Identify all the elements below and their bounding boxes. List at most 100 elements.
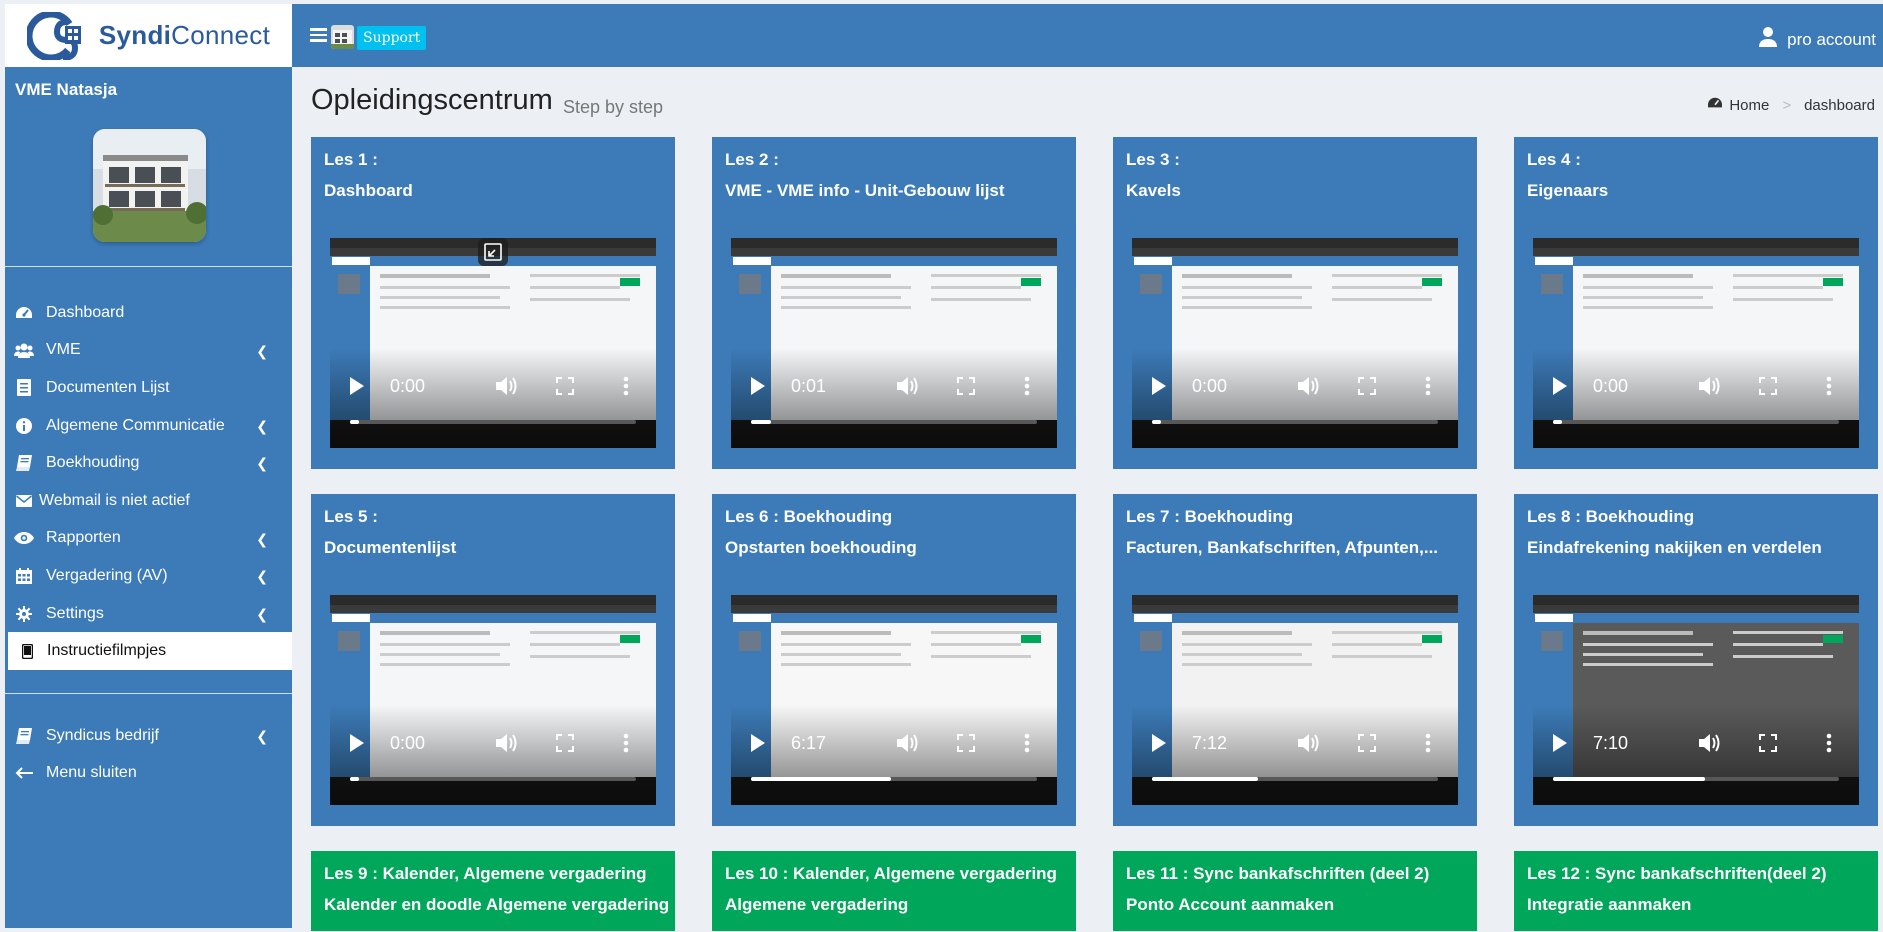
video-progress-bar[interactable]	[1553, 420, 1839, 424]
more-options-icon[interactable]	[1425, 733, 1431, 758]
lesson-subtitle: Eigenaars	[1527, 181, 1609, 200]
more-options-icon[interactable]	[623, 376, 629, 401]
video-player[interactable]: 0:00	[1132, 238, 1458, 448]
sidebar-bottom-menu: Syndicus bedrijf ❮ Menu sluiten	[5, 717, 292, 792]
more-options-icon[interactable]	[623, 733, 629, 758]
video-player[interactable]: 6:17	[731, 595, 1057, 805]
volume-icon[interactable]	[1298, 733, 1320, 758]
fullscreen-icon[interactable]	[957, 734, 975, 757]
fullscreen-icon[interactable]	[1759, 734, 1777, 757]
more-options-icon[interactable]	[1425, 376, 1431, 401]
play-icon[interactable]	[1553, 734, 1567, 757]
chevron-left-icon: ❮	[256, 342, 268, 359]
lesson-title: Les 11 : Sync bankafschriften (deel 2)	[1126, 864, 1430, 883]
volume-icon[interactable]	[897, 733, 919, 758]
volume-icon[interactable]	[897, 376, 919, 401]
video-controls: 0:00	[330, 730, 656, 760]
building-thumbnail[interactable]	[331, 25, 354, 49]
fullscreen-icon[interactable]	[556, 377, 574, 400]
play-icon[interactable]	[350, 377, 364, 400]
play-icon[interactable]	[751, 377, 765, 400]
sidebar-item-settings[interactable]: Settings ❮	[5, 595, 292, 633]
play-icon[interactable]	[350, 734, 364, 757]
sidebar-item-label: Dashboard	[46, 303, 125, 321]
fullscreen-icon[interactable]	[1358, 734, 1376, 757]
video-progress-bar[interactable]	[1553, 777, 1839, 781]
lesson-title: Les 8 : Boekhouding	[1527, 507, 1695, 526]
sidebar-item-menu-sluiten[interactable]: Menu sluiten	[5, 755, 292, 793]
video-progress-fill	[751, 777, 892, 781]
sidebar-item-label: Vergadering (AV)	[46, 566, 168, 584]
support-button[interactable]: Support	[357, 26, 427, 50]
sidebar-item-dashboard[interactable]: Dashboard	[5, 294, 292, 332]
picture-in-picture-icon[interactable]	[478, 238, 508, 266]
more-options-icon[interactable]	[1826, 733, 1832, 758]
hamburger-menu-icon[interactable]	[310, 28, 327, 42]
fullscreen-icon[interactable]	[957, 377, 975, 400]
building-avatar	[93, 129, 206, 242]
sidebar-item-vergadering[interactable]: Vergadering (AV) ❮	[5, 557, 292, 595]
video-progress-bar[interactable]	[751, 777, 1037, 781]
fullscreen-icon[interactable]	[1759, 377, 1777, 400]
more-options-icon[interactable]	[1024, 733, 1030, 758]
play-icon[interactable]	[1553, 377, 1567, 400]
video-player[interactable]: 7:12	[1132, 595, 1458, 805]
volume-icon[interactable]	[496, 376, 518, 401]
top-navbar: Support pro account	[292, 4, 1883, 67]
sidebar-divider	[5, 266, 292, 267]
more-options-icon[interactable]	[1024, 376, 1030, 401]
fullscreen-icon[interactable]	[556, 734, 574, 757]
video-progress-bar[interactable]	[350, 777, 636, 781]
video-controls: 0:01	[731, 373, 1057, 403]
lesson-subtitle: Kavels	[1126, 181, 1181, 200]
lesson-title: Les 9 : Kalender, Algemene vergadering	[324, 864, 647, 883]
sidebar-item-syndicus-bedrijf[interactable]: Syndicus bedrijf ❮	[5, 717, 292, 755]
breadcrumb-separator: >	[1782, 96, 1792, 114]
fullscreen-icon[interactable]	[1358, 377, 1376, 400]
play-icon[interactable]	[1152, 377, 1166, 400]
calendar-icon	[14, 567, 34, 585]
sidebar-item-vme[interactable]: VME ❮	[5, 332, 292, 370]
video-progress-fill	[1553, 777, 1705, 781]
lesson-title: Les 7 : Boekhouding	[1126, 507, 1294, 526]
sidebar-item-label: Webmail is niet actief	[39, 491, 190, 509]
arrow-left-icon	[14, 764, 34, 782]
lesson-card: Les 3 : Kavels 0:00	[1113, 137, 1477, 469]
video-progress-bar[interactable]	[1152, 420, 1438, 424]
play-icon[interactable]	[1152, 734, 1166, 757]
video-controls: 0:00	[1132, 373, 1458, 403]
video-player[interactable]: 0:00	[1533, 238, 1859, 448]
video-player[interactable]: 0:00	[330, 238, 656, 448]
info-icon	[14, 417, 34, 435]
lesson-card: Les 12 : Sync bankafschriften(deel 2) Int…	[1514, 851, 1878, 931]
video-time: 0:01	[791, 376, 827, 396]
sidebar-item-boekhouding[interactable]: Boekhouding ❮	[5, 444, 292, 482]
video-progress-bar[interactable]	[751, 420, 1037, 424]
user-icon	[1759, 27, 1778, 52]
sidebar: VME Natasja Dashboard VME ❮ Documenten L…	[5, 67, 292, 928]
volume-icon[interactable]	[1699, 733, 1721, 758]
breadcrumb-home-link[interactable]: Home	[1729, 97, 1769, 114]
brand-logo[interactable]: SyndiConnect	[5, 4, 292, 67]
play-icon[interactable]	[751, 734, 765, 757]
volume-icon[interactable]	[1699, 376, 1721, 401]
volume-icon[interactable]	[496, 733, 518, 758]
sidebar-item-algemene-communicatie[interactable]: Algemene Communicatie ❮	[5, 407, 292, 445]
video-progress-bar[interactable]	[350, 420, 636, 424]
video-player[interactable]: 0:01	[731, 238, 1057, 448]
sidebar-item-documenten-lijst[interactable]: Documenten Lijst	[5, 369, 292, 407]
more-options-icon[interactable]	[1826, 376, 1832, 401]
account-menu[interactable]: pro account	[1759, 27, 1876, 52]
sidebar-item-instructiefilmpjes[interactable]: Instructiefilmpjes	[8, 632, 292, 670]
sidebar-item-webmail[interactable]: Webmail is niet actief	[5, 482, 292, 520]
volume-icon[interactable]	[1298, 376, 1320, 401]
video-player[interactable]: 0:00	[330, 595, 656, 805]
lesson-title: Les 2 :	[725, 150, 779, 169]
sidebar-item-rapporten[interactable]: Rapporten ❮	[5, 520, 292, 558]
video-progress-fill	[1553, 420, 1562, 424]
video-progress-bar[interactable]	[1152, 777, 1438, 781]
video-time: 0:00	[1593, 376, 1629, 396]
lesson-card: Les 5 : Documentenlijst 0:00	[311, 494, 675, 826]
lesson-card: Les 6 : Boekhouding Opstarten boekhouding…	[712, 494, 1076, 826]
video-player[interactable]: 7:10	[1533, 595, 1859, 805]
